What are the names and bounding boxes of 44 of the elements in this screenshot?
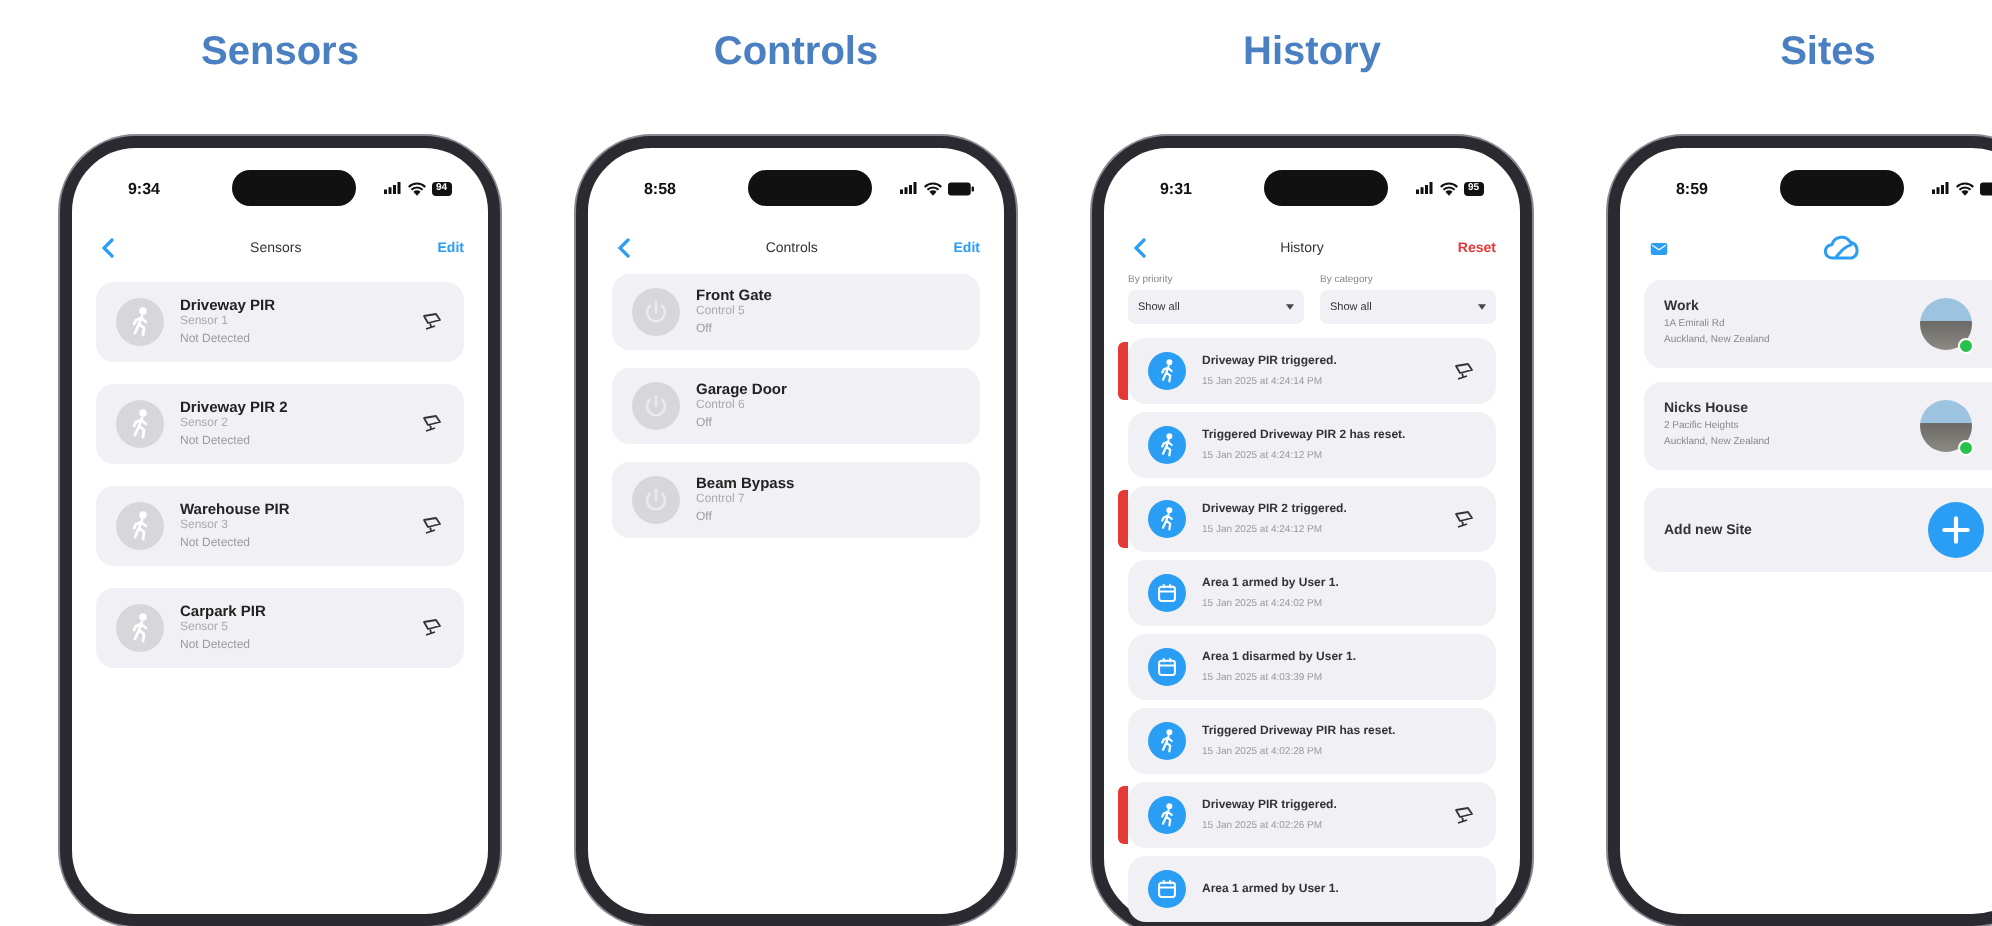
caret-icon xyxy=(1478,304,1486,310)
dynamic-island xyxy=(1264,170,1388,206)
camera-icon[interactable] xyxy=(420,414,444,434)
camera-icon[interactable] xyxy=(1452,509,1476,529)
section-heading: History xyxy=(1243,28,1381,78)
walking-person-icon xyxy=(116,502,164,550)
photo-placeholder xyxy=(1920,298,1972,350)
wifi-icon xyxy=(924,181,942,195)
signal-icon xyxy=(384,182,402,194)
wifi-icon xyxy=(1956,181,1974,195)
camera-icon[interactable] xyxy=(420,312,444,332)
cloud-logo-icon xyxy=(1822,234,1862,262)
status-time: 9:31 xyxy=(1157,179,1194,197)
section-heading: Controls xyxy=(713,28,879,78)
signal-icon xyxy=(1416,182,1434,194)
walking-person-icon xyxy=(116,604,164,652)
camera-icon[interactable] xyxy=(1452,361,1476,381)
power-icon xyxy=(632,382,680,430)
power-icon xyxy=(632,288,680,336)
camera-icon[interactable] xyxy=(420,516,444,536)
camera-icon[interactable] xyxy=(420,618,444,638)
wifi-icon xyxy=(1440,181,1458,195)
plus-icon[interactable] xyxy=(1928,502,1984,558)
section-heading: Sensors xyxy=(201,28,359,78)
dynamic-island xyxy=(232,170,356,206)
power-icon xyxy=(632,476,680,524)
section-heading: Sites xyxy=(1780,28,1876,78)
back-icon[interactable] xyxy=(1134,238,1146,258)
walking-person-icon xyxy=(116,298,164,346)
dynamic-island xyxy=(748,170,872,206)
back-icon[interactable] xyxy=(102,238,114,258)
camera-icon[interactable] xyxy=(1452,805,1476,825)
status-time: 8:58 xyxy=(641,179,678,197)
back-icon[interactable] xyxy=(618,238,630,258)
photo-placeholder xyxy=(1920,400,1972,452)
status-time: 9:34 xyxy=(125,179,162,197)
wifi-icon xyxy=(408,181,426,195)
signal-icon xyxy=(1932,182,1950,194)
walking-person-icon xyxy=(116,400,164,448)
signal-icon xyxy=(900,182,918,194)
status-time: 8:59 xyxy=(1673,179,1710,197)
dynamic-island xyxy=(1780,170,1904,206)
caret-icon xyxy=(1286,304,1294,310)
mail-icon[interactable] xyxy=(1650,241,1668,255)
